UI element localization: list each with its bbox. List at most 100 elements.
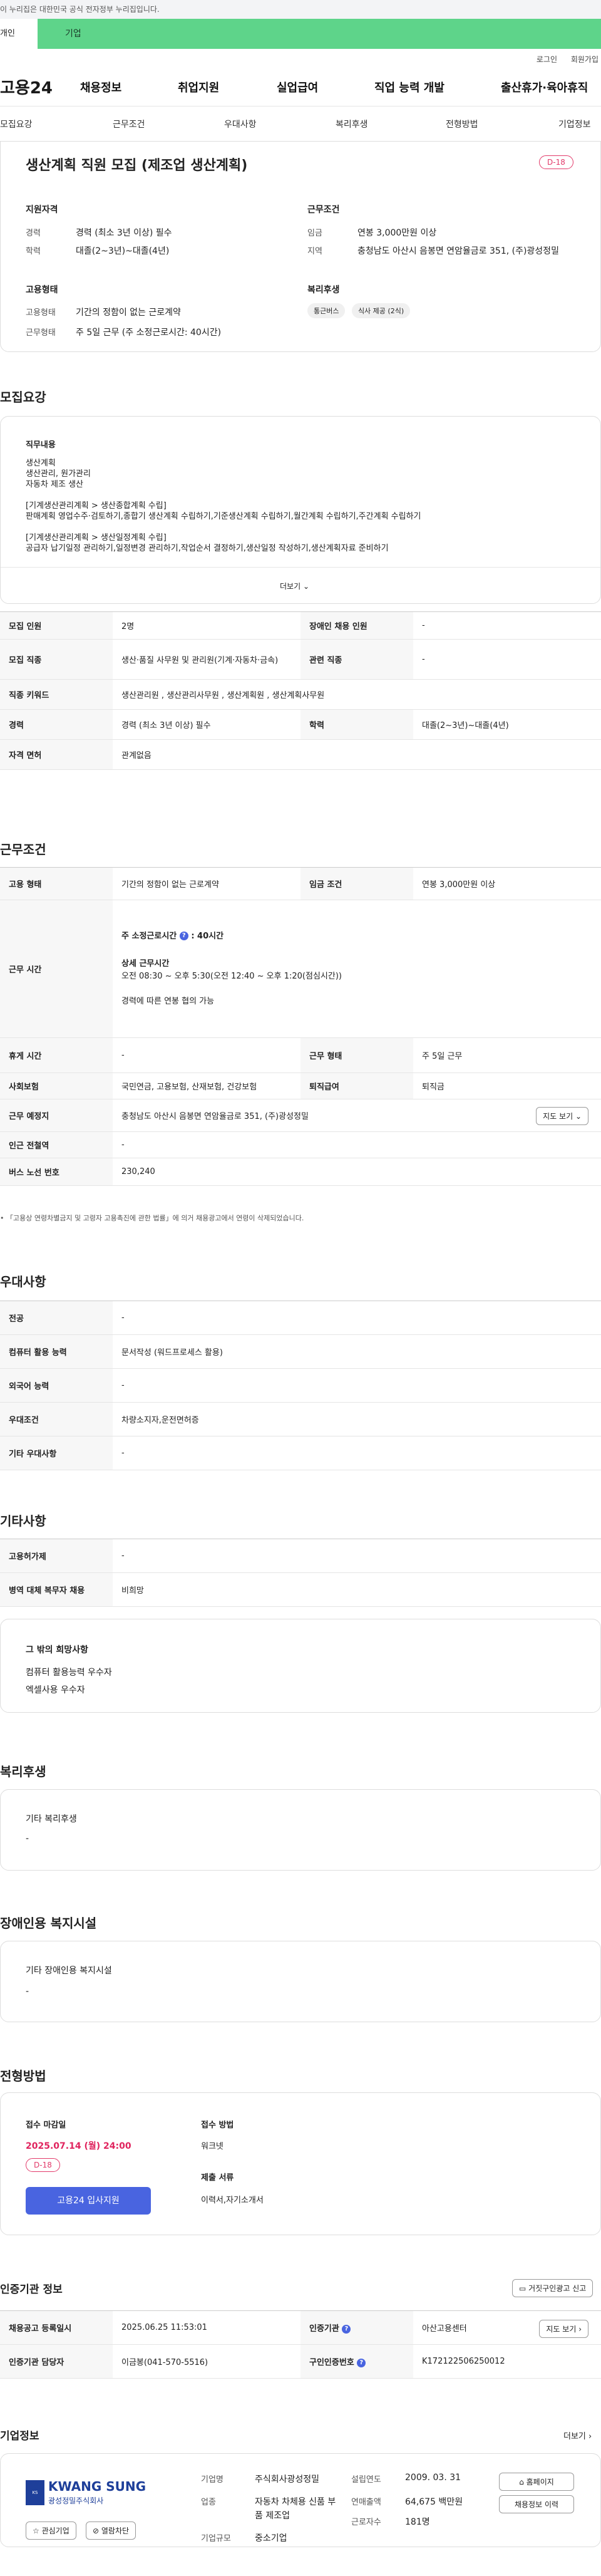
gnb-item-leave[interactable]: 출산휴가·육아휴직 <box>501 79 588 95</box>
company-logo-mark: KS <box>26 2480 44 2505</box>
cell-label: 직종 키워드 <box>0 679 113 710</box>
cert-table: 채용공고 등록일시 2025.06.25 11:53:01 인증기관 ? 아산고… <box>0 2310 601 2379</box>
cell-label: 버스 노선 번호 <box>0 1158 113 1186</box>
cell-label: 근무 시간 <box>0 900 113 1038</box>
wage-label: 임금 <box>307 229 322 238</box>
cell-value: 주 5일 근무 <box>413 1037 601 1073</box>
report-icon: ▭ <box>519 2284 527 2293</box>
cell-value: 2025.06.25 11:53:01 <box>113 2310 300 2345</box>
section-nav: 모집요강 근무조건 우대사항 복리후생 전형방법 기업정보 <box>0 106 601 142</box>
cell-label: 외국어 능력 <box>0 1368 113 1403</box>
gnb-item-training[interactable]: 직업 능력 개발 <box>374 79 444 95</box>
summary-card: 생산계획 직원 모집 (제조업 생산계획) D-18 지원자격 경력 경력 (최… <box>0 142 601 352</box>
cell-label: 퇴직급여 <box>300 1072 413 1099</box>
disabled-title: 장애인용 복지시설 <box>0 1916 97 1931</box>
tab-personal[interactable]: 개인 <box>0 19 38 49</box>
cell-label: 근무 예정지 <box>0 1099 113 1132</box>
cell-value: 230,240 <box>113 1158 601 1186</box>
docs-label: 제출 서류 <box>201 2173 234 2183</box>
extra-heading: 그 밖의 희망사항 <box>26 1645 88 1655</box>
cert-map-button[interactable]: 지도 보기 › <box>539 2320 588 2338</box>
cell-label: 채용공고 등록일시 <box>0 2310 113 2345</box>
deadline-label: 접수 마감일 <box>26 2121 66 2130</box>
history-button[interactable]: 채용정보 이력 <box>499 2495 574 2513</box>
cell-label: 학력 <box>300 709 413 740</box>
cell-label: 병역 대체 복무자 채용 <box>0 1572 113 1607</box>
cell-value: - <box>113 1539 601 1573</box>
more-button[interactable]: 더보기 ⌄ <box>280 581 309 591</box>
site-logo[interactable]: 고용24 <box>0 75 79 98</box>
sales-value: 64,675 백만원 <box>405 2497 463 2507</box>
career-value: 경력 (최소 3년 이상) 필수 <box>76 228 172 238</box>
emp-heading: 고용형태 <box>26 285 58 295</box>
cell-value: - <box>413 639 601 680</box>
recruit-title: 모집요강 <box>0 390 46 405</box>
cell-label: 고용허가제 <box>0 1539 113 1573</box>
method-label: 접수 방법 <box>201 2121 234 2130</box>
wage-value: 연봉 3,000만원 이상 <box>357 228 437 238</box>
region-label: 지역 <box>307 247 322 256</box>
gnb-item-benefit[interactable]: 실업급여 <box>277 79 318 95</box>
cell-value: 문서작성 (워드프로세스 활용) <box>113 1334 601 1369</box>
gnb-item-jobs[interactable]: 채용정보 <box>80 79 121 95</box>
age-note: • 「고용상 연령차별금지 및 고령자 고용촉진에 관한 법률」에 의거 채용광… <box>0 1214 304 1222</box>
cell-label: 인증기관 담당자 <box>0 2344 113 2379</box>
est-label: 설립연도 <box>351 2475 381 2485</box>
cell-value: - <box>113 1368 601 1403</box>
cell-label: 경력 <box>0 709 113 740</box>
cell-value: 아산고용센터 지도 보기 › <box>413 2310 601 2345</box>
cell-label: 인근 전철역 <box>0 1131 113 1158</box>
company-more-link[interactable]: 더보기 › <box>563 2429 592 2441</box>
snb-selection[interactable]: 전형방법 <box>446 118 478 130</box>
size-value: 중소기업 <box>255 2533 287 2543</box>
snb-company[interactable]: 기업정보 <box>558 118 591 130</box>
map-button[interactable]: 지도 보기 ⌄ <box>536 1107 588 1125</box>
cell-label: 근무 형태 <box>300 1037 413 1073</box>
pref-title: 우대사항 <box>0 1274 46 1289</box>
est-value: 2009. 03. 31 <box>405 2473 461 2483</box>
snb-recruit[interactable]: 모집요강 <box>0 118 33 130</box>
help-icon[interactable]: ? <box>179 932 188 940</box>
snb-pref[interactable]: 우대사항 <box>224 118 257 130</box>
help-icon[interactable]: ? <box>357 2358 366 2367</box>
sales-label: 연매출액 <box>351 2498 381 2507</box>
cell-label: 휴게 시간 <box>0 1037 113 1073</box>
company-card: KS KWANG SUNG 광성정밀주식회사 ☆ 관심기업 ⊘ 열람차단 기업명… <box>0 2453 601 2547</box>
cell-value: 차량소지자,운전면허증 <box>113 1402 601 1436</box>
cell-value: 대졸(2~3년)~대졸(4년) <box>413 709 601 740</box>
fav-company-button[interactable]: ☆ 관심기업 <box>26 2521 76 2540</box>
block-button[interactable]: ⊘ 열람차단 <box>86 2521 136 2540</box>
gov-banner: 이 누리집은 대한민국 공식 전자정부 누리집입니다. <box>0 0 601 19</box>
industry-label: 업종 <box>201 2498 216 2507</box>
chip-bus: 통근버스 <box>307 303 346 318</box>
tab-company[interactable]: 기업 <box>38 19 601 49</box>
cell-value: 관계없음 <box>113 739 601 770</box>
etc-title: 기타사항 <box>0 1514 46 1529</box>
block-icon: ⊘ <box>93 2527 100 2535</box>
report-button[interactable]: ▭ 거짓구인광고 신고 <box>512 2279 593 2297</box>
cell-label: 관련 직종 <box>300 639 413 680</box>
snb-work[interactable]: 근무조건 <box>113 118 145 130</box>
industry-value: 자동차 차체용 신품 부품 제조업 <box>255 2497 336 2521</box>
cell-value: 연봉 3,000만원 이상 <box>413 867 601 900</box>
pref-table: 전공 - 컴퓨터 활용 능력 문서작성 (워드프로세스 활용) 외국어 능력 -… <box>0 1301 601 1470</box>
edu-value: 대졸(2~3년)~대졸(4년) <box>76 246 170 256</box>
cell-label: 사회보험 <box>0 1072 113 1099</box>
cell-value: 국민연금, 고용보험, 산재보험, 건강보험 <box>113 1072 300 1099</box>
cell-value: 이금봉(041-570-5516) <box>113 2344 300 2379</box>
gnb-item-support[interactable]: 취업지원 <box>178 79 219 95</box>
deadline-dday: D-18 <box>26 2158 60 2172</box>
snb-welfare[interactable]: 복리후생 <box>336 118 368 130</box>
apply-button[interactable]: 고용24 입사지원 <box>26 2187 151 2215</box>
disabled-heading: 기타 장애인용 복지시설 <box>26 1966 112 1976</box>
homepage-button[interactable]: ⌂ 홈페이지 <box>499 2473 574 2491</box>
cell-label: 장애인 채용 인원 <box>300 611 413 640</box>
region-value: 충청남도 아산시 음봉면 연암율금로 351, (주)광성정밀 <box>357 246 559 256</box>
util-links: 로그인 회원가입 <box>0 49 601 68</box>
login-link[interactable]: 로그인 <box>537 55 557 64</box>
cell-value: - <box>113 1436 601 1470</box>
help-icon[interactable]: ? <box>342 2324 351 2334</box>
welfare-chips: 통근버스 식사 제공 (2식) <box>307 303 414 318</box>
dday-badge: D-18 <box>539 155 573 169</box>
join-link[interactable]: 회원가입 <box>571 55 598 64</box>
